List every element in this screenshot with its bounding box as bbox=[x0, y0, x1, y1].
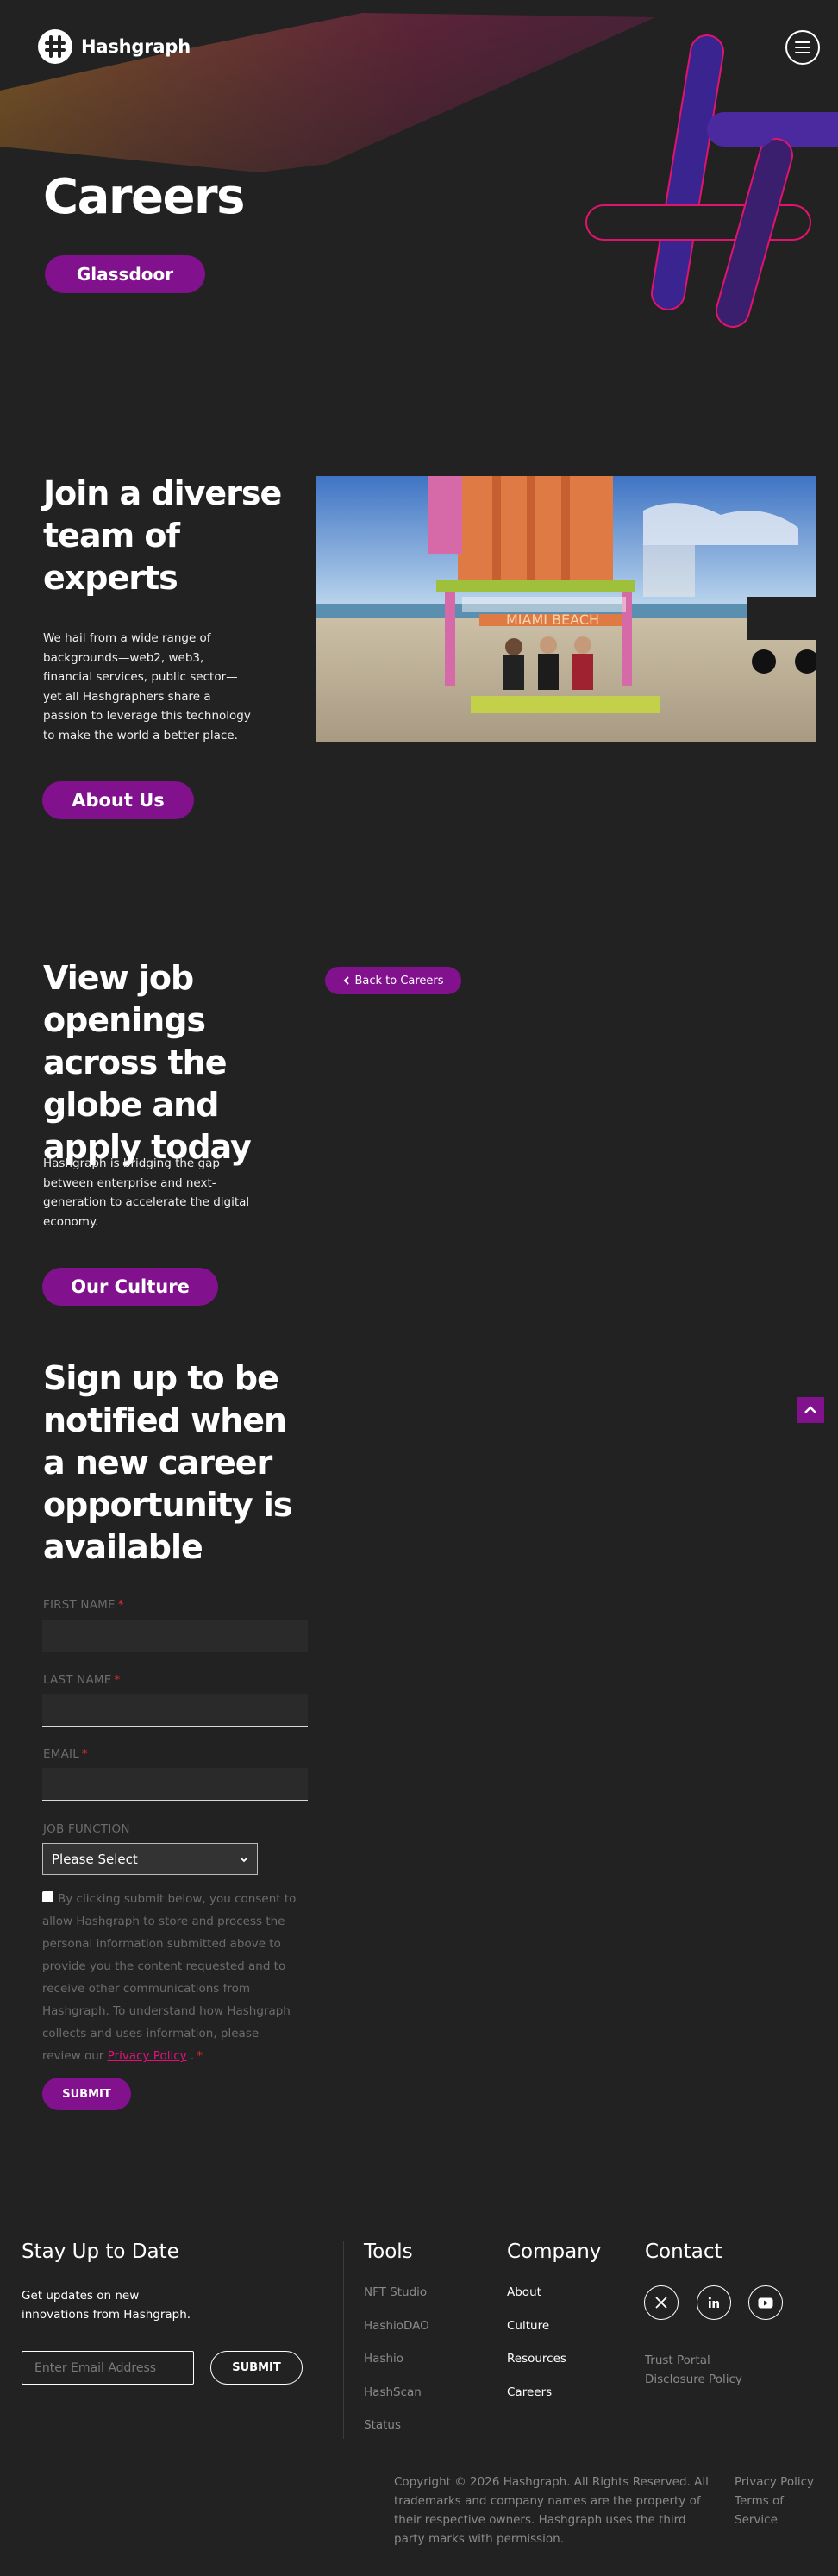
newsletter-submit-button[interactable]: SUBMIT bbox=[210, 2351, 303, 2385]
x-icon bbox=[655, 2297, 667, 2309]
email-field[interactable] bbox=[42, 1768, 308, 1801]
copyright-text: Copyright © 2026 Hashgraph. All Rights R… bbox=[394, 2475, 709, 2546]
newsletter-email-input[interactable] bbox=[22, 2351, 194, 2385]
contact-links: Trust Portal Disclosure Policy bbox=[645, 2351, 742, 2389]
photo-sign: MIAMI BEACH bbox=[506, 611, 599, 628]
disclosure-policy-link[interactable]: Disclosure Policy bbox=[645, 2370, 742, 2389]
company-link-careers[interactable]: Careers bbox=[507, 2385, 566, 2419]
about-us-button[interactable]: About Us bbox=[42, 781, 194, 819]
tool-link-nft-studio[interactable]: NFT Studio bbox=[364, 2285, 429, 2319]
chevron-left-icon bbox=[344, 976, 350, 985]
team-photo: MIAMI BEACH bbox=[316, 476, 816, 742]
stay-up-to-date-heading: Stay Up to Date bbox=[22, 2241, 179, 2263]
contact-heading: Contact bbox=[645, 2241, 722, 2263]
first-name-label: FIRST NAME * bbox=[43, 1598, 124, 1612]
linkedin-social-button[interactable] bbox=[697, 2285, 731, 2320]
company-link-resources[interactable]: Resources bbox=[507, 2352, 566, 2385]
terms-of-service-link[interactable]: Terms of Service bbox=[735, 2491, 795, 2529]
our-culture-button[interactable]: Our Culture bbox=[42, 1268, 218, 1306]
youtube-social-button[interactable] bbox=[748, 2285, 783, 2320]
footer-divider bbox=[343, 2241, 344, 2439]
menu-button[interactable] bbox=[785, 30, 820, 65]
chevron-down-icon bbox=[240, 1856, 248, 1862]
glassdoor-button[interactable]: Glassdoor bbox=[45, 255, 205, 293]
scroll-to-top-button[interactable] bbox=[797, 1397, 824, 1423]
legal-links: Privacy Policy Terms of Service bbox=[735, 2473, 814, 2529]
privacy-policy-link[interactable]: Privacy Policy bbox=[108, 2049, 187, 2063]
diverse-team-text: We hail from a wide range of backgrounds… bbox=[43, 631, 251, 743]
job-function-select[interactable]: Please Select bbox=[42, 1843, 258, 1875]
tools-links: NFT Studio HashioDAO Hashio HashScan Sta… bbox=[364, 2285, 429, 2452]
email-label: EMAIL * bbox=[43, 1747, 88, 1761]
signup-heading: Sign up to be notified when a new career… bbox=[43, 1359, 292, 1566]
last-name-label: LAST NAME * bbox=[43, 1673, 121, 1687]
x-social-button[interactable] bbox=[644, 2285, 679, 2320]
linkedin-icon bbox=[708, 2297, 719, 2308]
job-openings-heading: View job openings across the globe and a… bbox=[43, 959, 252, 1166]
hashgraph-logo-icon bbox=[38, 29, 72, 64]
page-title: Careers bbox=[43, 169, 245, 225]
tool-link-hashscan[interactable]: HashScan bbox=[364, 2385, 429, 2419]
company-links: About Culture Resources Careers bbox=[507, 2285, 566, 2418]
tool-link-hashiodao[interactable]: HashioDAO bbox=[364, 2319, 429, 2353]
tool-link-hashio[interactable]: Hashio bbox=[364, 2352, 429, 2385]
job-function-value: Please Select bbox=[52, 1851, 138, 1867]
back-to-careers-label: Back to Careers bbox=[354, 974, 444, 987]
brand-name: Hashgraph bbox=[81, 36, 191, 57]
chevron-up-icon bbox=[804, 1406, 816, 1413]
job-openings-text: Hashgraph is bridging the gap between en… bbox=[43, 1156, 250, 1229]
diverse-team-heading: Join a diverse team of experts bbox=[43, 474, 282, 597]
trust-portal-link[interactable]: Trust Portal bbox=[645, 2351, 742, 2370]
stay-up-to-date-text: Get updates on new innovations from Hash… bbox=[22, 2289, 191, 2322]
hamburger-icon bbox=[795, 41, 810, 53]
consent-text: By clicking submit below, you consent to… bbox=[42, 1892, 297, 2063]
submit-button[interactable]: SUBMIT bbox=[42, 2078, 131, 2110]
job-function-label: JOB FUNCTION bbox=[43, 1822, 130, 1836]
company-link-about[interactable]: About bbox=[507, 2285, 566, 2319]
tool-link-status[interactable]: Status bbox=[364, 2418, 429, 2452]
youtube-icon bbox=[758, 2297, 773, 2308]
company-link-culture[interactable]: Culture bbox=[507, 2319, 566, 2353]
hashgraph-logo[interactable]: Hashgraph bbox=[38, 29, 191, 64]
back-to-careers-button[interactable]: Back to Careers bbox=[325, 967, 461, 994]
tools-heading: Tools bbox=[364, 2241, 413, 2263]
privacy-policy-footer-link[interactable]: Privacy Policy bbox=[735, 2473, 814, 2491]
first-name-field[interactable] bbox=[42, 1620, 308, 1652]
last-name-field[interactable] bbox=[42, 1694, 308, 1727]
company-heading: Company bbox=[507, 2241, 602, 2263]
